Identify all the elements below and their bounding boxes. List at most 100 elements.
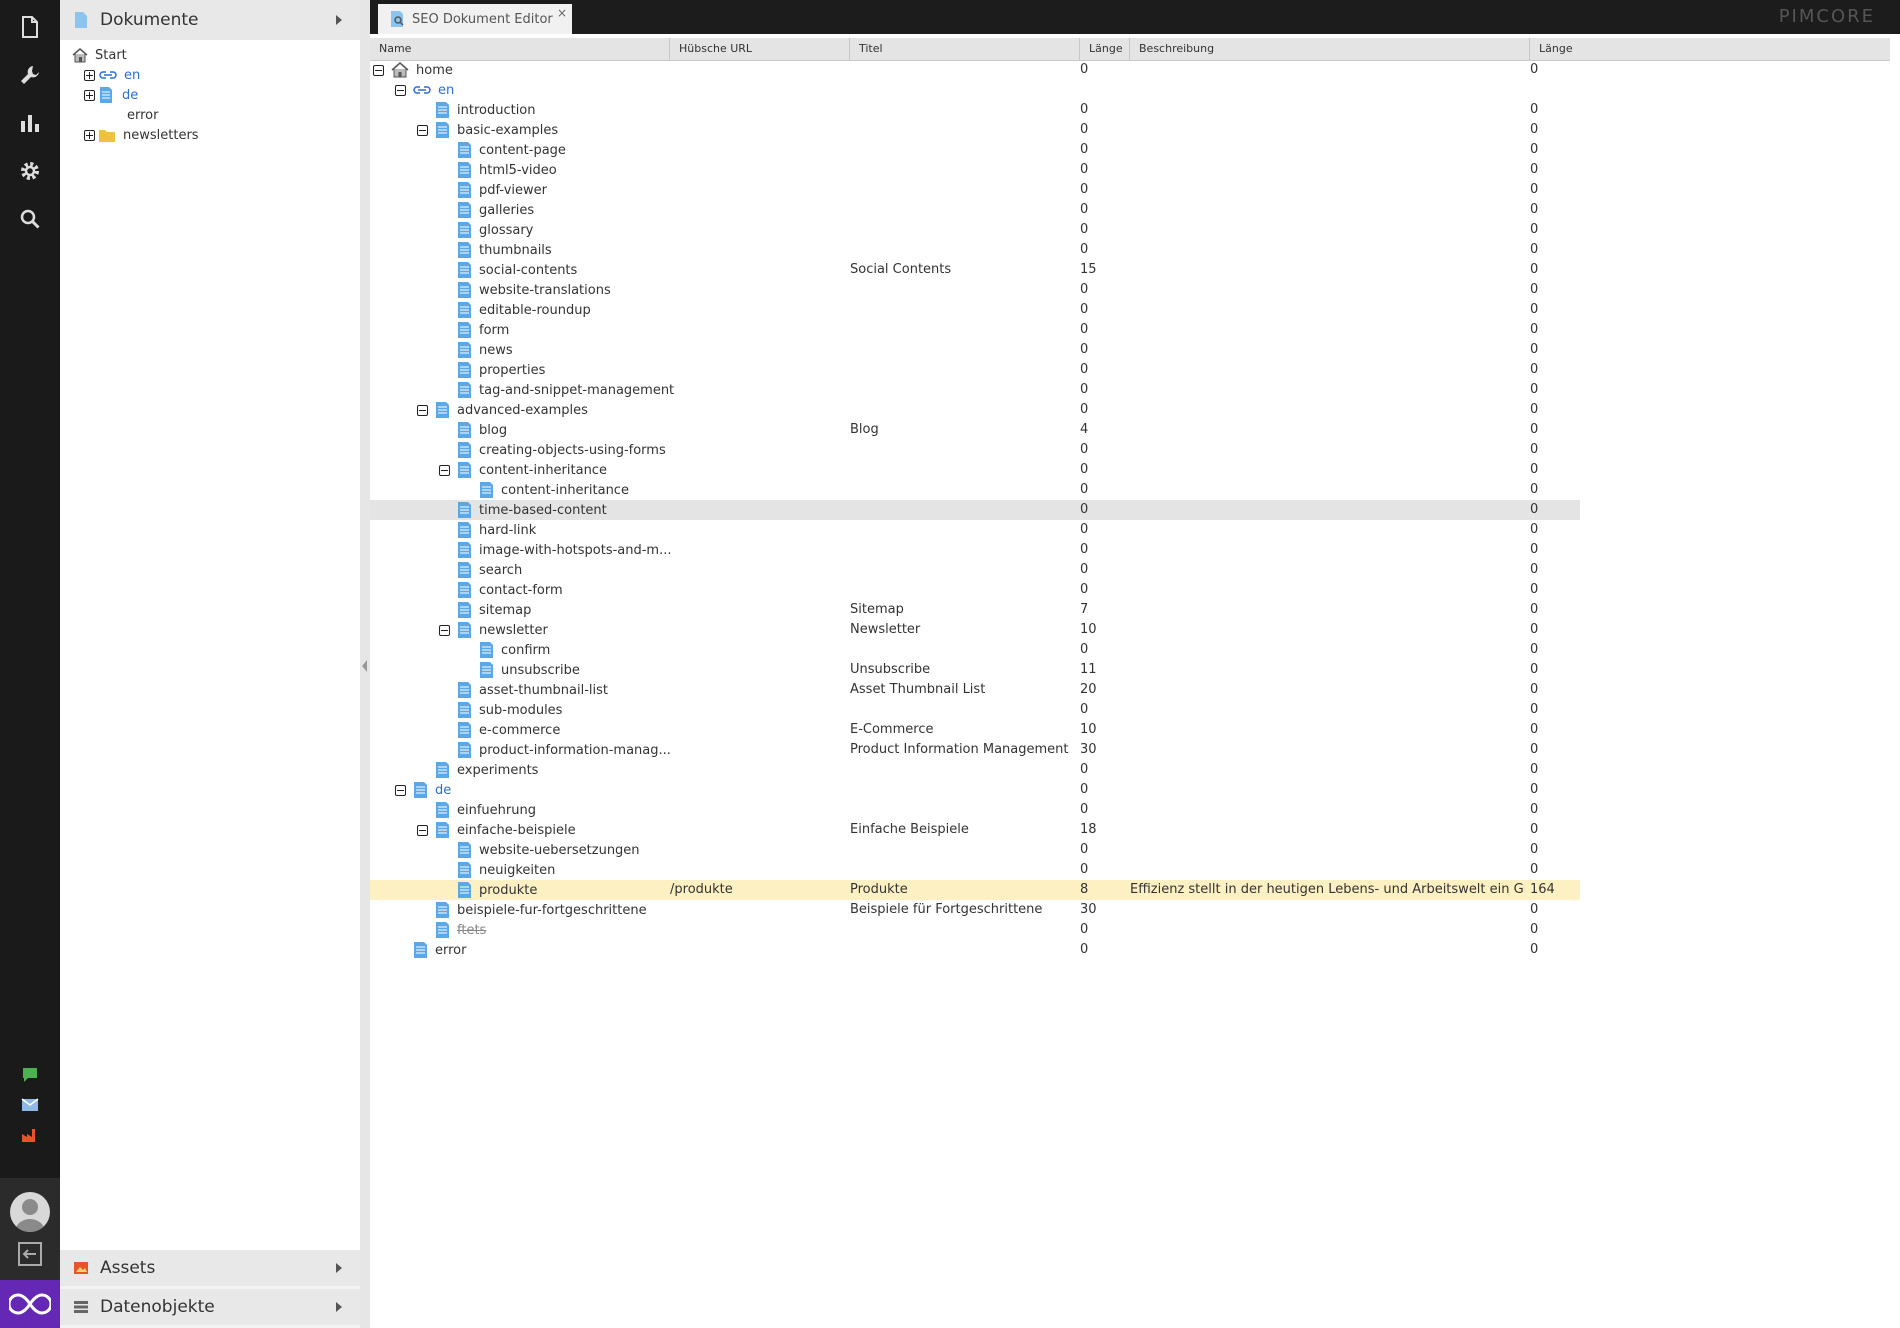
- collapse-minus-icon[interactable]: [395, 784, 406, 796]
- table-row[interactable]: experiments 0 0: [370, 760, 1580, 780]
- collapse-minus-icon[interactable]: [417, 404, 428, 416]
- table-row[interactable]: einfuehrung 0 0: [370, 800, 1580, 820]
- file-icon[interactable]: [15, 12, 45, 42]
- logout-icon[interactable]: [16, 1240, 44, 1268]
- table-row[interactable]: sub-modules 0 0: [370, 700, 1580, 720]
- title-cell: Blog: [850, 422, 879, 437]
- document-icon: [458, 362, 471, 378]
- table-row[interactable]: website-translations 0 0: [370, 280, 1580, 300]
- table-row[interactable]: news 0 0: [370, 340, 1580, 360]
- expand-plus-icon[interactable]: [84, 129, 95, 141]
- column-header-title-length[interactable]: Länge: [1080, 38, 1130, 60]
- table-row[interactable]: blog Blog 4 0: [370, 420, 1580, 440]
- table-row[interactable]: contact-form 0 0: [370, 580, 1580, 600]
- expand-plus-icon[interactable]: [84, 69, 95, 81]
- expand-plus-icon[interactable]: [84, 89, 95, 101]
- table-row[interactable]: einfache-beispiele Einfache Beispiele 18 0: [370, 820, 1580, 840]
- title-length-cell: 0: [1080, 182, 1089, 197]
- table-row[interactable]: e-commerce E-Commerce 10 0: [370, 720, 1580, 740]
- table-row[interactable]: glossary 0 0: [370, 220, 1580, 240]
- table-row[interactable]: social-contents Social Contents 15 0: [370, 260, 1580, 280]
- documents-panel-header[interactable]: Dokumente: [60, 0, 360, 40]
- collapse-minus-icon[interactable]: [373, 64, 384, 76]
- panel-expand-arrow-icon[interactable]: [336, 1263, 342, 1273]
- table-row[interactable]: ftets 0 0: [370, 920, 1580, 940]
- table-row[interactable]: html5-video 0 0: [370, 160, 1580, 180]
- table-row[interactable]: home 0 0: [370, 60, 1580, 80]
- table-row[interactable]: image-with-hotspots-and-m... 0 0: [370, 540, 1580, 560]
- tree-item-de[interactable]: de: [84, 85, 138, 105]
- title-length-cell: 0: [1080, 482, 1089, 497]
- description-cell: [1130, 360, 1525, 380]
- table-row[interactable]: content-inheritance 0 0: [370, 460, 1580, 480]
- close-icon[interactable]: ×: [557, 6, 567, 20]
- panel-splitter[interactable]: [360, 0, 370, 1328]
- column-header-description[interactable]: Beschreibung: [1130, 38, 1530, 60]
- table-row[interactable]: creating-objects-using-forms 0 0: [370, 440, 1580, 460]
- table-row[interactable]: editable-roundup 0 0: [370, 300, 1580, 320]
- description-cell: [1130, 620, 1525, 640]
- chat-icon[interactable]: [15, 1060, 45, 1090]
- table-row[interactable]: content-inheritance 0 0: [370, 480, 1580, 500]
- collapse-arrow-icon[interactable]: [362, 660, 367, 672]
- table-row[interactable]: hard-link 0 0: [370, 520, 1580, 540]
- table-row[interactable]: product-information-manag... Product Info…: [370, 740, 1580, 760]
- chart-icon[interactable]: [15, 108, 45, 138]
- collapse-minus-icon[interactable]: [395, 84, 406, 96]
- objects-panel-header[interactable]: Datenobjekte: [60, 1289, 360, 1325]
- table-row[interactable]: en: [370, 80, 1580, 100]
- tab-seo-editor[interactable]: SEO Dokument Editor ×: [378, 4, 572, 34]
- table-row[interactable]: newsletter Newsletter 10 0: [370, 620, 1580, 640]
- table-row[interactable]: error 0 0: [370, 940, 1580, 960]
- collapse-minus-icon[interactable]: [439, 464, 450, 476]
- table-row[interactable]: advanced-examples 0 0: [370, 400, 1580, 420]
- table-row[interactable]: content-page 0 0: [370, 140, 1580, 160]
- column-header-name[interactable]: Name: [370, 38, 670, 60]
- table-row[interactable]: unsubscribe Unsubscribe 11 0: [370, 660, 1580, 680]
- table-row[interactable]: thumbnails 0 0: [370, 240, 1580, 260]
- table-row[interactable]: asset-thumbnail-list Asset Thumbnail List…: [370, 680, 1580, 700]
- home-icon: [391, 62, 409, 78]
- collapse-minus-icon[interactable]: [417, 824, 428, 836]
- pimcore-brand-icon[interactable]: [0, 1280, 60, 1328]
- table-row[interactable]: website-uebersetzungen 0 0: [370, 840, 1580, 860]
- mail-icon[interactable]: [15, 1090, 45, 1120]
- table-row[interactable]: basic-examples 0 0: [370, 120, 1580, 140]
- table-row[interactable]: tag-and-snippet-management 0 0: [370, 380, 1580, 400]
- table-row[interactable]: form 0 0: [370, 320, 1580, 340]
- table-row[interactable]: introduction 0 0: [370, 100, 1580, 120]
- table-row[interactable]: search 0 0: [370, 560, 1580, 580]
- tree-item-start[interactable]: Start: [72, 45, 127, 65]
- wrench-icon[interactable]: [15, 60, 45, 90]
- url-cell: [670, 600, 845, 620]
- assets-panel-header[interactable]: Assets: [60, 1250, 360, 1286]
- tree-item-en[interactable]: en: [84, 65, 140, 85]
- panel-expand-arrow-icon[interactable]: [336, 1302, 342, 1312]
- search-icon[interactable]: [15, 204, 45, 234]
- column-header-url[interactable]: Hübsche URL: [670, 38, 850, 60]
- table-row[interactable]: produkte/produkte Produkte 8 Effizienz stel…: [370, 880, 1580, 900]
- table-row[interactable]: properties 0 0: [370, 360, 1580, 380]
- table-row[interactable]: neuigkeiten 0 0: [370, 860, 1580, 880]
- gear-icon[interactable]: [15, 156, 45, 186]
- table-row[interactable]: pdf-viewer 0 0: [370, 180, 1580, 200]
- url-cell: [670, 760, 845, 780]
- table-row[interactable]: galleries 0 0: [370, 200, 1580, 220]
- table-row[interactable]: beispiele-fur-fortgeschrittene Beispiele …: [370, 900, 1580, 920]
- factory-icon[interactable]: [15, 1120, 45, 1150]
- row-name-label: newsletter: [479, 622, 548, 638]
- tree-item-error[interactable]: error: [127, 105, 158, 125]
- table-row[interactable]: time-based-content 0 0: [370, 500, 1580, 520]
- avatar[interactable]: [10, 1192, 50, 1232]
- collapse-minus-icon[interactable]: [417, 124, 428, 136]
- table-row[interactable]: sitemap Sitemap 7 0: [370, 600, 1580, 620]
- table-row[interactable]: confirm 0 0: [370, 640, 1580, 660]
- collapse-minus-icon[interactable]: [439, 624, 450, 636]
- column-header-title[interactable]: Titel: [850, 38, 1080, 60]
- column-header-description-length[interactable]: Länge: [1530, 38, 1890, 60]
- document-icon: [436, 902, 449, 918]
- table-row[interactable]: de 0 0: [370, 780, 1580, 800]
- title-cell: [850, 320, 1075, 340]
- tree-item-newsletters[interactable]: newsletters: [84, 125, 199, 145]
- panel-expand-arrow-icon[interactable]: [336, 15, 342, 25]
